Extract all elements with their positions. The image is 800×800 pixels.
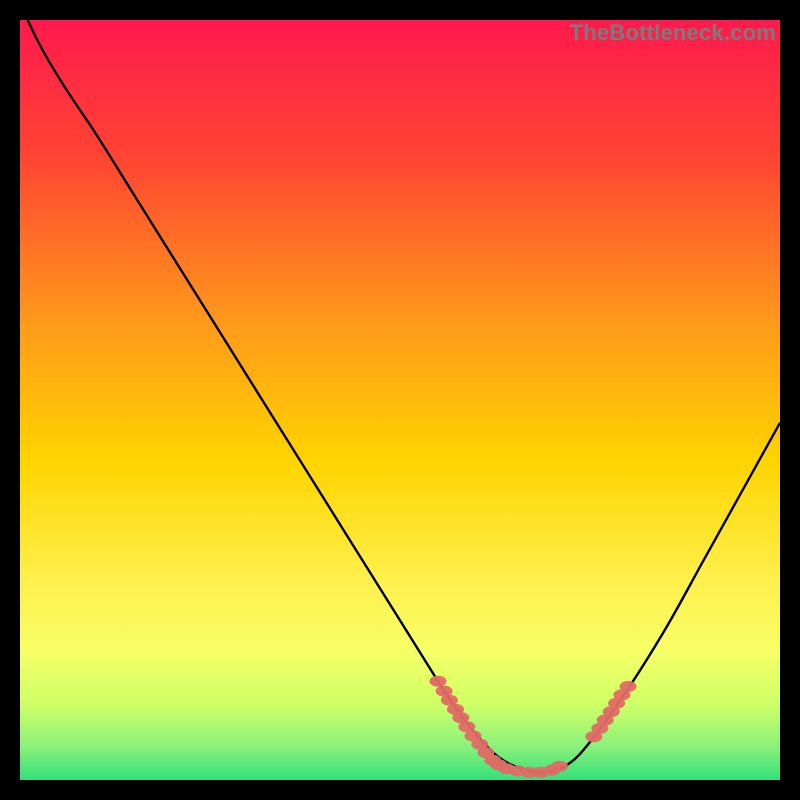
bottleneck-chart [20,20,780,780]
marker-dot [620,681,637,692]
marker-dot [430,676,447,687]
gradient-background [20,20,780,780]
marker-dot [551,761,568,772]
chart-frame: TheBottleneck.com [20,20,780,780]
watermark-text: TheBottleneck.com [570,20,776,46]
